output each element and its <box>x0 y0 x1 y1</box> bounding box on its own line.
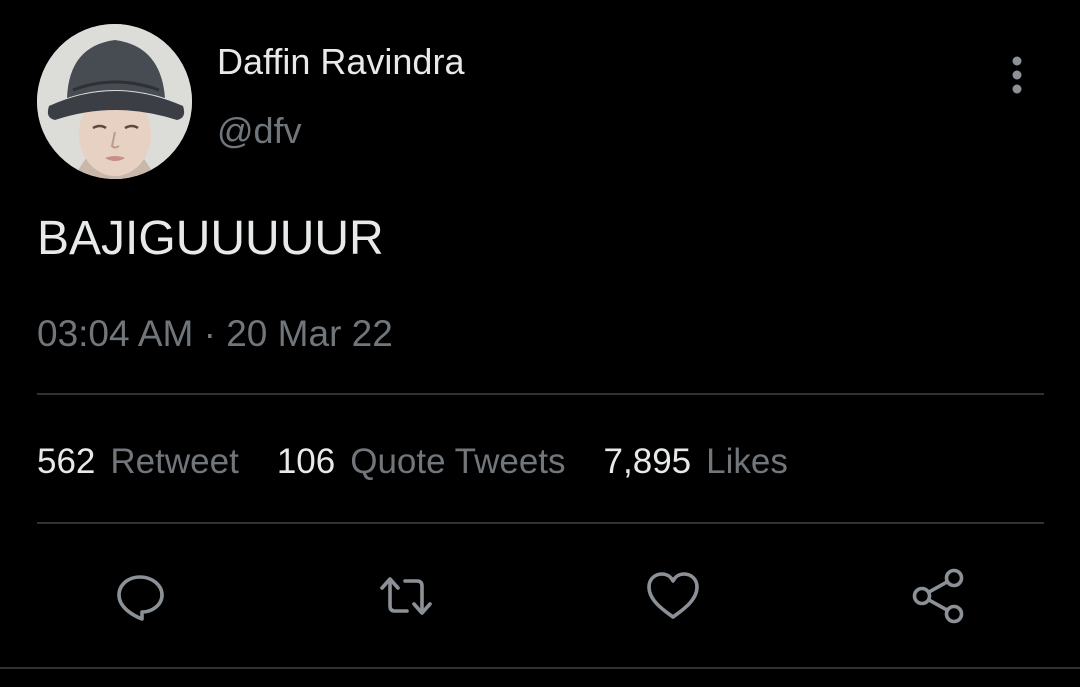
like-button[interactable] <box>643 566 703 626</box>
profile-photo-icon <box>37 24 192 179</box>
reply-icon <box>117 575 164 621</box>
quote-tweets-count: 106 <box>276 442 336 481</box>
retweets-label: Retweet <box>110 442 239 481</box>
share-button[interactable] <box>909 566 969 626</box>
tweet-date: 20 Mar 22 <box>226 313 393 354</box>
avatar[interactable] <box>37 24 192 179</box>
likes-count: 7,895 <box>603 442 692 481</box>
timestamp-separator: · <box>203 313 216 354</box>
tweet-text: BAJIGUUUUUR <box>37 212 384 265</box>
divider-top <box>37 393 1044 395</box>
divider-bottom <box>0 667 1080 669</box>
retweet-button[interactable] <box>376 566 436 626</box>
tweet-timestamp[interactable]: 03:04 AM · 20 Mar 22 <box>37 314 393 354</box>
quote-tweets-label: Quote Tweets <box>350 442 566 481</box>
user-handle[interactable]: @dfv <box>217 111 302 151</box>
more-options-button[interactable] <box>1000 52 1034 98</box>
like-icon <box>647 572 699 619</box>
retweets-count: 562 <box>37 442 96 481</box>
divider-middle <box>37 522 1044 524</box>
more-vertical-icon <box>1012 56 1022 94</box>
tweet-time: 03:04 AM <box>37 313 194 354</box>
retweet-icon <box>380 577 432 615</box>
tweet-stats: 562 Retweet 106 Quote Tweets 7,895 Likes <box>37 441 788 483</box>
quote-tweets-stat[interactable]: 106 Quote Tweets <box>277 441 566 483</box>
likes-stat[interactable]: 7,895 Likes <box>604 441 788 483</box>
likes-label: Likes <box>706 442 788 481</box>
reply-button[interactable] <box>110 566 170 626</box>
retweets-stat[interactable]: 562 Retweet <box>37 441 239 483</box>
share-icon <box>912 568 964 624</box>
display-name[interactable]: Daffin Ravindra <box>217 42 464 82</box>
